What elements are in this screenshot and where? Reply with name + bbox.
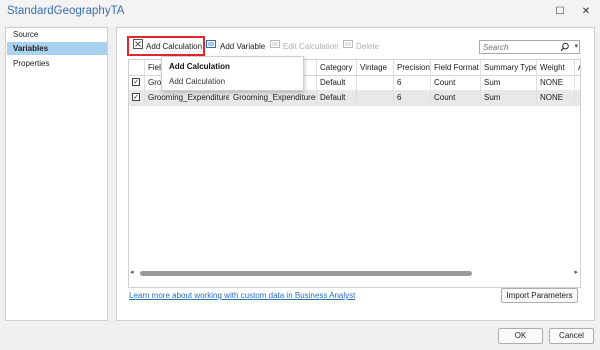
scroll-left-icon[interactable]: ◂ [130, 268, 134, 278]
nav-item-properties[interactable]: Properties [7, 57, 107, 70]
nav-item-source[interactable]: Source [7, 28, 107, 41]
menu-item-add-calculation[interactable]: Add Calculation [169, 77, 225, 86]
chevron-down-icon[interactable]: ▾ [574, 41, 578, 53]
add-variable-label: Add Variable [220, 42, 266, 51]
checkbox[interactable]: ✓ [132, 78, 140, 86]
add-calculation-label: Add Calculation [146, 42, 203, 51]
title-bar: StandardGeographyTA ☐ ✕ [0, 0, 600, 25]
cell-field-format: Count [431, 75, 481, 90]
import-parameters-button[interactable]: Import Parameters [501, 288, 578, 303]
cell-precision: 6 [394, 90, 431, 105]
edit-calculation-label: Edit Calculation [283, 42, 339, 51]
cell-summary-type: Sum [481, 90, 537, 105]
search-input[interactable] [480, 41, 559, 53]
delete-icon [343, 39, 353, 54]
cell-field-name: Grooming_Expenditures [145, 90, 230, 105]
maximize-icon[interactable]: ☐ [551, 4, 569, 20]
cell-vintage [357, 75, 394, 90]
nav-item-variables[interactable]: Variables [7, 42, 107, 55]
col-summary-type[interactable]: Summary Type [481, 60, 537, 75]
search-icon[interactable] [560, 42, 569, 54]
cell-alias: Grooming_Expenditures [230, 90, 317, 105]
cancel-button[interactable]: Cancel [549, 328, 594, 344]
calculator-icon [133, 39, 143, 54]
add-variable-button[interactable]: Add Variable [206, 39, 265, 54]
cell-vintage [357, 90, 394, 105]
add-variable-icon [206, 39, 217, 54]
close-icon[interactable]: ✕ [577, 4, 595, 20]
checkbox[interactable]: ✓ [132, 93, 140, 101]
horizontal-scrollbar[interactable]: ◂ ▸ [128, 268, 580, 278]
cell-weight: NONE [537, 90, 575, 105]
col-category[interactable]: Category [317, 60, 357, 75]
cell-weight: NONE [537, 75, 575, 90]
search-box[interactable]: ▾ [479, 40, 580, 54]
col-a[interactable]: A [575, 60, 580, 75]
cell-category: Default [317, 75, 357, 90]
scroll-right-icon[interactable]: ▸ [574, 268, 578, 278]
add-calculation-menu: Add Calculation Add Calculation [161, 56, 304, 91]
add-calculation-button[interactable]: Add Calculation [133, 39, 202, 54]
row-checkbox-cell: ✓ [129, 90, 145, 105]
edit-calculation-button[interactable]: Edit Calculation [270, 39, 339, 54]
col-weight[interactable]: Weight [537, 60, 575, 75]
cell-summary-type: Sum [481, 75, 537, 90]
learn-more-link[interactable]: Learn more about working with custom dat… [129, 291, 355, 300]
cell-category: Default [317, 90, 357, 105]
scrollbar-thumb[interactable] [140, 271, 472, 276]
edit-icon [270, 39, 280, 54]
left-nav-panel: Source Variables Properties [5, 27, 108, 321]
ok-button[interactable]: OK [498, 328, 543, 344]
delete-button[interactable]: Delete [343, 39, 379, 54]
window-title: StandardGeographyTA [7, 5, 125, 17]
header-checkbox-col [129, 60, 145, 75]
menu-header: Add Calculation [169, 62, 230, 71]
cell-field-format: Count [431, 90, 481, 105]
variables-table: Field N Category Vintage Precision Field… [128, 59, 581, 288]
col-field-format[interactable]: Field Format [431, 60, 481, 75]
table-row[interactable]: ✓ Grooming_Expenditures Grooming_Expendi… [129, 90, 580, 106]
delete-label: Delete [356, 42, 380, 51]
row-checkbox-cell: ✓ [129, 75, 145, 90]
col-vintage[interactable]: Vintage [357, 60, 394, 75]
cell-precision: 6 [394, 75, 431, 90]
col-precision[interactable]: Precision [394, 60, 431, 75]
